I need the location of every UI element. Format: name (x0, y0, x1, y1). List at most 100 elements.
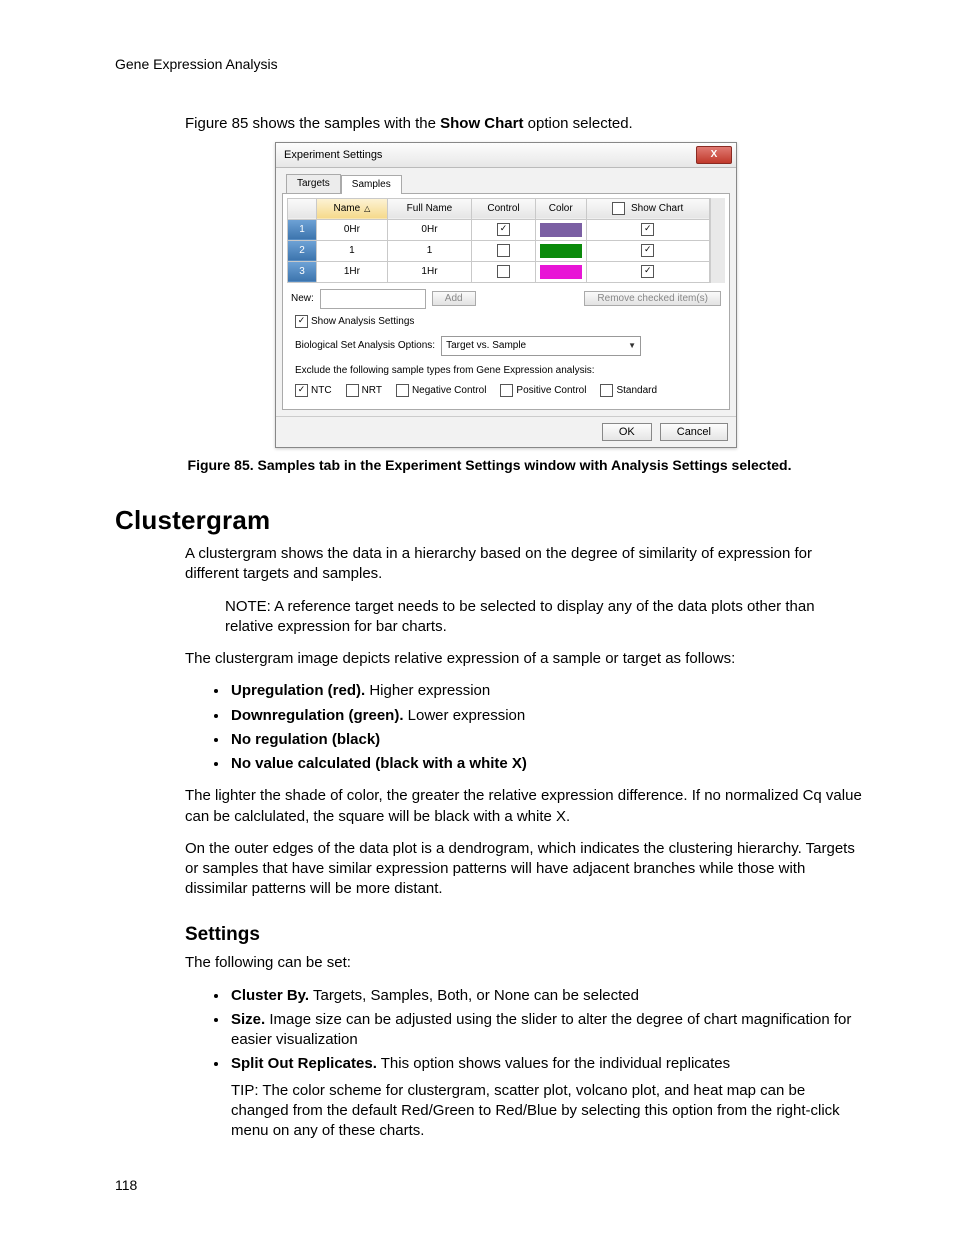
show-analysis-checkbox[interactable] (295, 315, 308, 328)
col-showchart[interactable]: Show Chart (586, 198, 709, 219)
col-control[interactable]: Control (472, 198, 536, 219)
intro-line: Figure 85 shows the samples with the Sho… (185, 114, 864, 134)
dialog-titlebar: Experiment Settings X (276, 143, 736, 168)
dialog-title: Experiment Settings (284, 148, 382, 163)
tab-samples[interactable]: Samples (341, 175, 402, 194)
page-number: 118 (115, 1176, 137, 1195)
vertical-scrollbar[interactable] (710, 198, 725, 283)
cell-fullname[interactable]: 1 (387, 240, 471, 261)
col-name[interactable]: Name△ (317, 198, 388, 219)
new-row: New: Add Remove checked item(s) (291, 289, 721, 309)
samples-table: Name△ Full Name Control Color Show Chart… (287, 198, 710, 283)
cell-name[interactable]: 1Hr (317, 261, 388, 282)
showchart-checkbox[interactable] (641, 223, 654, 236)
list-item: Cluster By. Targets, Samples, Both, or N… (229, 986, 864, 1006)
exclude-neg-checkbox[interactable] (396, 384, 409, 397)
intro-post: option selected. (523, 115, 632, 132)
running-header: Gene Expression Analysis (115, 55, 864, 74)
close-icon: X (711, 148, 718, 162)
showchart-checkbox[interactable] (641, 244, 654, 257)
cell-fullname[interactable]: 0Hr (387, 219, 471, 240)
cell-showchart (586, 219, 709, 240)
bio-set-row: Biological Set Analysis Options: Target … (295, 336, 713, 356)
row-number: 1 (288, 219, 317, 240)
tab-targets[interactable]: Targets (286, 174, 341, 193)
chevron-down-icon: ▼ (628, 341, 636, 352)
settings-tip: TIP: The color scheme for clustergram, s… (231, 1081, 864, 1142)
section-title-settings: Settings (185, 922, 864, 948)
new-label: New: (291, 292, 314, 306)
section-title-clustergram: Clustergram (115, 503, 864, 538)
exclude-nrt-label: NRT (362, 384, 382, 398)
table-row: 1 0Hr 0Hr (288, 219, 710, 240)
control-checkbox[interactable] (497, 265, 510, 278)
bio-set-select[interactable]: Target vs. Sample ▼ (441, 336, 641, 356)
clust-p2: The clustergram image depicts relative e… (185, 649, 864, 669)
list-item: Upregulation (red). Higher expression (229, 681, 864, 701)
intro-bold: Show Chart (440, 115, 523, 132)
exclude-std-checkbox[interactable] (600, 384, 613, 397)
exclude-neg-label: Negative Control (412, 384, 486, 398)
clust-note: NOTE: A reference target needs to be sel… (225, 597, 864, 638)
cell-showchart (586, 261, 709, 282)
cell-showchart (586, 240, 709, 261)
cell-color[interactable] (535, 240, 586, 261)
color-swatch (540, 223, 582, 237)
figure-caption: Figure 85. Samples tab in the Experiment… (155, 456, 824, 475)
intro-pre: Figure 85 shows the samples with the (185, 115, 440, 132)
list-item: No regulation (black) (229, 730, 864, 750)
col-rownum (288, 198, 317, 219)
clust-p1: A clustergram shows the data in a hierar… (185, 544, 864, 585)
settings-intro: The following can be set: (185, 953, 864, 973)
cell-color[interactable] (535, 261, 586, 282)
clust-p3: The lighter the shade of color, the grea… (185, 786, 864, 827)
row-number: 3 (288, 261, 317, 282)
bio-set-label: Biological Set Analysis Options: (295, 339, 435, 353)
cell-name[interactable]: 1 (317, 240, 388, 261)
cell-name[interactable]: 0Hr (317, 219, 388, 240)
table-row: 2 1 1 (288, 240, 710, 261)
body: Figure 85 shows the samples with the Sho… (185, 114, 864, 134)
cell-control (472, 219, 536, 240)
showchart-checkbox[interactable] (641, 265, 654, 278)
control-checkbox[interactable] (497, 244, 510, 257)
ok-button[interactable]: OK (602, 423, 652, 441)
close-button[interactable]: X (696, 146, 732, 164)
settings-body: The following can be set: Cluster By. Ta… (185, 953, 864, 1141)
samples-panel: Name△ Full Name Control Color Show Chart… (282, 193, 730, 411)
col-color[interactable]: Color (535, 198, 586, 219)
list-item: Downregulation (green). Lower expression (229, 706, 864, 726)
remove-checked-button[interactable]: Remove checked item(s) (584, 291, 721, 306)
list-item: No value calculated (black with a white … (229, 754, 864, 774)
clust-p4: On the outer edges of the data plot is a… (185, 839, 864, 900)
bio-set-value: Target vs. Sample (446, 339, 526, 353)
cancel-button[interactable]: Cancel (660, 423, 728, 441)
page: Gene Expression Analysis Figure 85 shows… (0, 0, 954, 1235)
exclude-nrt-checkbox[interactable] (346, 384, 359, 397)
color-swatch (540, 265, 582, 279)
add-button[interactable]: Add (432, 291, 476, 306)
exclude-label: Exclude the following sample types from … (295, 364, 717, 378)
col-fullname[interactable]: Full Name (387, 198, 471, 219)
exclude-pos-checkbox[interactable] (500, 384, 513, 397)
cell-control (472, 240, 536, 261)
settings-bullets: Cluster By. Targets, Samples, Both, or N… (185, 986, 864, 1142)
cell-control (472, 261, 536, 282)
new-sample-input[interactable] (320, 289, 426, 309)
cell-color[interactable] (535, 219, 586, 240)
showchart-header-checkbox[interactable] (612, 202, 625, 215)
show-analysis-row: Show Analysis Settings (295, 315, 717, 329)
exclude-ntc-checkbox[interactable] (295, 384, 308, 397)
clust-bullets: Upregulation (red). Higher expression Do… (185, 681, 864, 774)
exclude-row: NTC NRT Negative Control Positive Contro… (295, 384, 717, 398)
table-row: 3 1Hr 1Hr (288, 261, 710, 282)
dialog-footer: OK Cancel (276, 416, 736, 447)
clustergram-body: A clustergram shows the data in a hierar… (185, 544, 864, 900)
cell-fullname[interactable]: 1Hr (387, 261, 471, 282)
list-item: Split Out Replicates. This option shows … (229, 1054, 864, 1141)
exclude-pos-label: Positive Control (516, 384, 586, 398)
sort-asc-icon: △ (364, 204, 370, 213)
experiment-settings-dialog: Experiment Settings X Targets Samples Na… (275, 142, 737, 448)
list-item: Size. Image size can be adjusted using t… (229, 1010, 864, 1051)
control-checkbox[interactable] (497, 223, 510, 236)
